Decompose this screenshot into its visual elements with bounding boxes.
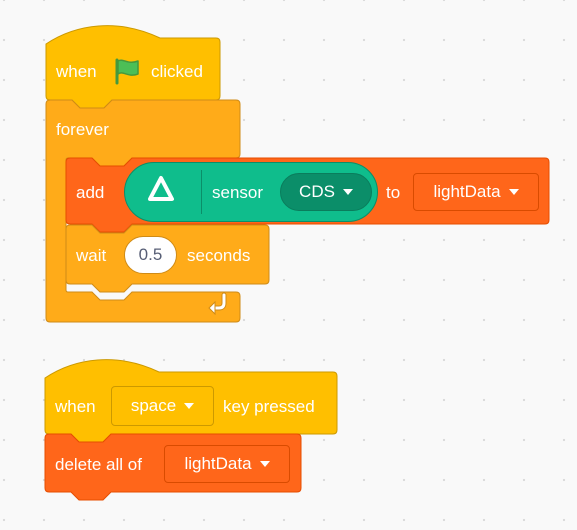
when-flag-clicked-block[interactable] <box>0 0 577 110</box>
hat-when-label: when <box>55 397 96 416</box>
sensor-label: sensor <box>212 183 264 202</box>
key-pressed-label: key pressed <box>223 397 315 416</box>
wait-seconds-input[interactable]: 0.5 <box>124 236 177 274</box>
green-flag-icon <box>112 57 142 85</box>
sensor-type-value: CDS <box>299 182 335 201</box>
hat-block-shape <box>45 25 221 109</box>
sensor-type-dropdown[interactable]: CDS <box>280 173 372 211</box>
chevron-down-icon <box>259 461 270 467</box>
forever-label: forever <box>56 120 109 139</box>
add-label: add <box>76 183 105 202</box>
chevron-down-icon <box>184 403 195 409</box>
loop-arrow-icon <box>205 291 231 316</box>
to-label: to <box>386 183 401 202</box>
chevron-down-icon <box>342 189 353 195</box>
seconds-label: seconds <box>187 246 251 265</box>
delete-all-of-label: delete all of <box>55 455 142 474</box>
list-dropdown[interactable]: lightData <box>164 445 290 483</box>
key-dropdown[interactable]: space <box>111 386 214 426</box>
key-value: space <box>130 396 177 415</box>
list-value: lightData <box>184 454 252 473</box>
hat-when-label: when <box>56 62 97 81</box>
sensor-extension-icon <box>146 174 176 204</box>
list-value: lightData <box>433 182 501 201</box>
hat-clicked-label: clicked <box>151 62 203 81</box>
wait-seconds-value: 0.5 <box>138 245 163 264</box>
chevron-down-icon <box>508 189 519 195</box>
extension-divider <box>201 170 202 214</box>
wait-label: wait <box>76 246 107 265</box>
list-dropdown[interactable]: lightData <box>413 173 539 211</box>
